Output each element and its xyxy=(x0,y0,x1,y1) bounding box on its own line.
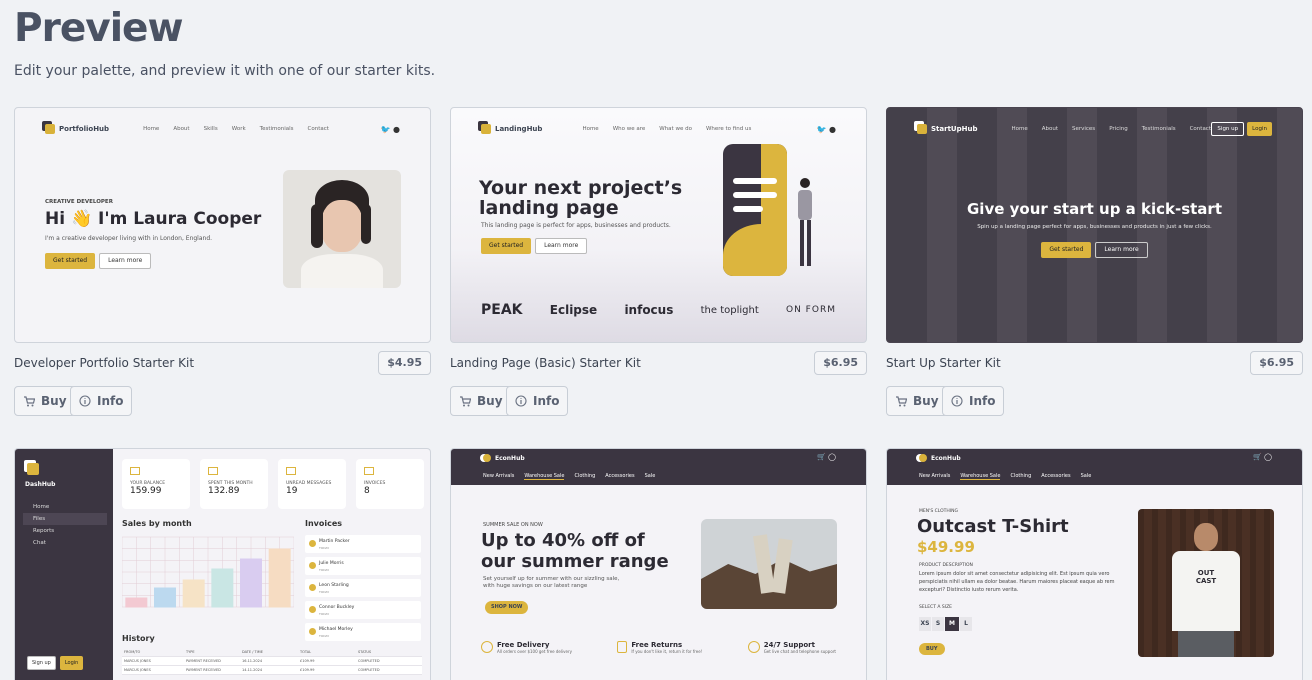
sale-headline: Up to 40% off of our summer range xyxy=(481,530,669,572)
portfolio-eyebrow: CREATIVE DEVELOPER xyxy=(45,199,113,205)
buy-product-button: BUY xyxy=(919,643,945,655)
cart-user-icons: 🛒 ◯ xyxy=(1253,453,1272,461)
history-row: MARCUS JONES PAYMENT RECEIVED 16.11.2024 £1… xyxy=(122,657,422,666)
info-icon xyxy=(951,395,963,407)
invoice-item: Connor Buckley TODAY xyxy=(305,601,421,619)
sales-bar-chart xyxy=(122,536,294,608)
invoice-item: Martin Packer TODAY xyxy=(305,535,421,553)
brand-logos: PEAK Eclipse infocus the toplight ON FOR… xyxy=(481,302,836,318)
sale-eyebrow: SUMMER SALE ON NOW xyxy=(483,522,543,528)
kit-price: $4.95 xyxy=(378,351,431,375)
product-description: Lorem ipsum dolor sit amet consectetur a… xyxy=(919,571,1115,593)
startup-headline: Give your start up a kick-start xyxy=(967,200,1222,218)
kit-preview-dashboard[interactable]: DashHub Home Files Reports Chat Sign up … xyxy=(14,448,431,680)
kit-preview-startup[interactable]: StartUpHub Home About Services Pricing Testi… xyxy=(886,107,1303,343)
startup-body: Spin up a landing page perfect for apps,… xyxy=(977,224,1212,230)
sales-bar xyxy=(240,558,262,608)
info-icon xyxy=(515,395,527,407)
kit-preview-portfolio[interactable]: PortfolioHub Home About Skills Work Testimon… xyxy=(14,107,431,343)
landing-get-started: Get started xyxy=(481,238,532,254)
portfolio-headline: Hi 👋 I'm Laura Cooper xyxy=(45,209,262,229)
product-header: EconHub 🛒 ◯ New Arrivals Warehouse Sale Cl… xyxy=(887,449,1302,485)
startup-logo: StartUpHub xyxy=(917,124,977,134)
shop-now-button: SHOP NOW xyxy=(485,601,529,614)
cart-icon xyxy=(24,396,35,407)
kit-preview-landing[interactable]: LandingHub Home Who we are What we do Where… xyxy=(450,107,867,343)
feature-list: Free Delivery All orders over $100 get fr… xyxy=(481,641,836,654)
kit-title: Start Up Starter Kit xyxy=(886,356,1001,370)
startup-login: Login xyxy=(1247,122,1272,136)
history-row: MARCUS JONES PAYMENT RECEIVED 14.11.2024 £1… xyxy=(122,666,422,675)
product-name: Outcast T-Shirt xyxy=(917,516,1069,537)
kit-title: Landing Page (Basic) Starter Kit xyxy=(450,356,641,370)
kit-preview-ecommerce[interactable]: EconHub 🛒 ◯ New Arrivals Warehouse Sale Cl… xyxy=(450,448,867,680)
kit-price: $6.95 xyxy=(814,351,867,375)
dash-sidebar: DashHub Home Files Reports Chat Sign up … xyxy=(15,449,113,680)
landing-nav: Home Who we are What we do Where to find us xyxy=(582,126,752,132)
info-icon xyxy=(79,395,91,407)
cart-user-icons: 🛒 ◯ xyxy=(817,453,836,461)
sales-bar xyxy=(125,597,148,608)
portfolio-nav: Home About Skills Work Testimonials Contact xyxy=(143,126,329,132)
startup-signup: Sign up xyxy=(1211,122,1245,136)
invoices-title: Invoices xyxy=(305,519,343,528)
stat-cards: YOUR BALANCE 159.99 SPENT THIS MONTH 132.8… xyxy=(122,459,424,509)
kit-preview-product[interactable]: EconHub 🛒 ◯ New Arrivals Warehouse Sale Cl… xyxy=(886,448,1303,680)
kit-title: Developer Portfolio Starter Kit xyxy=(14,356,195,370)
startup-learn-more: Learn more xyxy=(1095,242,1148,258)
invoice-item: Leon Starling TODAY xyxy=(305,579,421,597)
sales-bar xyxy=(154,587,176,608)
sale-image xyxy=(701,519,837,609)
landing-learn-more: Learn more xyxy=(535,238,588,254)
portfolio-learn-more: Learn more xyxy=(99,253,152,269)
cart-icon xyxy=(460,396,471,407)
social-icons: 🐦 ● xyxy=(816,124,836,134)
phone-illustration xyxy=(723,144,787,276)
invoice-item: Michael Morley TODAY xyxy=(305,623,421,641)
buy-button[interactable]: Buy xyxy=(450,386,512,416)
invoice-list: Martin Packer TODAY Julie Morris TODAY Leon … xyxy=(305,535,421,645)
startup-nav: Home About Services Pricing Testimonials Cont… xyxy=(1011,126,1211,132)
info-button[interactable]: Info xyxy=(942,386,1005,416)
size-selector: XS S M L xyxy=(919,617,972,631)
history-row: FROM/TO TYPE DATE / TIME TOTAL STATUS xyxy=(122,648,422,657)
product-price: $49.99 xyxy=(917,538,975,556)
sales-bar xyxy=(182,579,205,608)
invoice-item: Julie Morris TODAY xyxy=(305,557,421,575)
portfolio-body: I'm a creative developer living with in … xyxy=(45,235,213,242)
product-eyebrow: MEN'S CLOTHING xyxy=(919,509,958,514)
landing-headline: Your next project’s landing page xyxy=(479,177,683,219)
sale-body: Set yourself up for summer with our sizz… xyxy=(483,576,620,589)
page-title: Preview xyxy=(14,6,184,51)
page-subtitle: Edit your palette, and preview it with o… xyxy=(14,63,436,79)
history-table: FROM/TO TYPE DATE / TIME TOTAL STATUS MARCUS … xyxy=(122,648,422,675)
desc-label: PRODUCT DESCRIPTION xyxy=(919,563,973,568)
size-label: SELECT A SIZE xyxy=(919,605,952,610)
econ-header: EconHub 🛒 ◯ New Arrivals Warehouse Sale Cl… xyxy=(451,449,866,485)
sales-title: Sales by month xyxy=(122,519,192,528)
person-illustration xyxy=(796,178,816,274)
kit-price: $6.95 xyxy=(1250,351,1303,375)
social-icons: 🐦 ● xyxy=(380,124,400,134)
history-title: History xyxy=(122,634,155,643)
sales-bar xyxy=(211,568,234,608)
portfolio-get-started: Get started xyxy=(45,253,96,269)
product-image: OUT CAST xyxy=(1138,509,1274,657)
buy-button[interactable]: Buy xyxy=(14,386,76,416)
cart-icon xyxy=(896,396,907,407)
info-button[interactable]: Info xyxy=(70,386,133,416)
portrait-image xyxy=(283,170,401,288)
info-button[interactable]: Info xyxy=(506,386,569,416)
sales-bar xyxy=(268,548,291,608)
landing-body: This landing page is perfect for apps, b… xyxy=(481,222,671,229)
landing-logo: LandingHub xyxy=(481,124,542,134)
startup-get-started: Get started xyxy=(1041,242,1092,258)
buy-button[interactable]: Buy xyxy=(886,386,948,416)
portfolio-logo: PortfolioHub xyxy=(45,124,109,134)
